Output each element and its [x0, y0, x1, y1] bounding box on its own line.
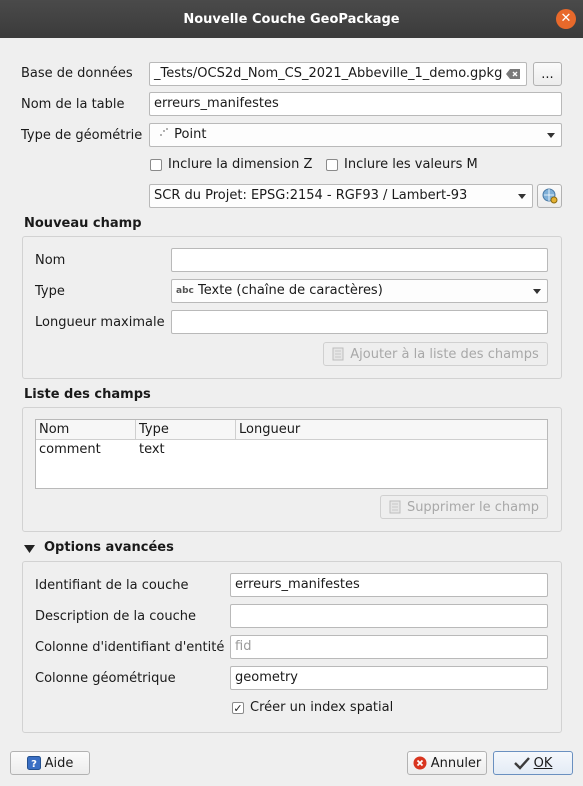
title-bar: Nouvelle Couche GeoPackage ✕ [0, 0, 583, 38]
new-field-title: Nouveau champ [24, 216, 142, 231]
geometry-column-value: geometry [235, 670, 299, 685]
cancel-icon [413, 756, 427, 770]
field-list-title: Liste des champs [24, 387, 151, 402]
globe-settings-icon [542, 188, 557, 204]
add-to-fields-button[interactable]: Ajouter à la liste des champs [323, 342, 548, 366]
include-m-label: Inclure les valeurs M [344, 157, 478, 172]
include-z-checkbox[interactable] [150, 159, 162, 171]
help-icon: ? [26, 756, 41, 770]
text-type-icon: abc [176, 286, 194, 296]
ok-label: OK [533, 755, 553, 771]
field-name-label: Nom [35, 253, 66, 268]
geometry-column-input[interactable]: geometry [230, 666, 548, 690]
row-type-cell: text [139, 442, 165, 457]
add-to-fields-label: Ajouter à la liste des champs [350, 346, 539, 362]
row-name-cell: comment [39, 442, 101, 457]
database-value: _Tests/OCS2d_Nom_CS_2021_Abbeville_1_dem… [154, 66, 503, 81]
column-header-length[interactable]: Longueur [236, 420, 547, 440]
window-title: Nouvelle Couche GeoPackage [183, 11, 400, 27]
ok-button[interactable]: OK [493, 751, 573, 775]
layer-id-label: Identifiant de la couche [35, 578, 189, 593]
database-input[interactable]: _Tests/OCS2d_Nom_CS_2021_Abbeville_1_dem… [149, 62, 527, 86]
max-length-label: Longueur maximale [35, 315, 165, 330]
close-button[interactable]: ✕ [556, 9, 576, 29]
ok-checkmark-icon [513, 757, 530, 770]
table-name-value: erreurs_manifestes [154, 96, 279, 111]
geometry-column-label: Colonne géométrique [35, 671, 176, 686]
include-z-label: Inclure la dimension Z [168, 157, 313, 172]
layer-description-label: Description de la couche [35, 609, 196, 624]
help-button[interactable]: ? Aide [10, 751, 90, 775]
browse-label: ... [541, 66, 554, 82]
table-name-input[interactable]: erreurs_manifestes [149, 92, 562, 116]
layer-id-input[interactable]: erreurs_manifestes [230, 573, 548, 597]
crs-selector-button[interactable] [537, 184, 562, 208]
fid-column-input[interactable]: fid [230, 635, 548, 659]
chevron-down-icon [547, 133, 555, 138]
remove-field-icon [389, 500, 401, 514]
field-type-value: Texte (chaîne de caractères) [198, 283, 383, 298]
remove-field-label: Supprimer le champ [406, 499, 540, 515]
fid-column-label: Colonne d'identifiant d'entité [35, 640, 225, 655]
max-length-input[interactable] [171, 310, 548, 334]
close-icon: ✕ [560, 11, 572, 26]
layer-id-value: erreurs_manifestes [235, 577, 360, 592]
chevron-down-icon [533, 289, 541, 294]
crs-select[interactable]: SCR du Projet: EPSG:2154 - RGF93 / Lambe… [149, 184, 533, 208]
spatial-index-label: Créer un index spatial [250, 700, 394, 715]
column-header-type[interactable]: Type [136, 420, 236, 440]
field-name-input[interactable] [171, 248, 548, 272]
advanced-options-title[interactable]: Options avancées [44, 540, 174, 555]
spatial-index-checkbox[interactable]: ✓ [232, 702, 244, 714]
remove-field-button[interactable]: Supprimer le champ [380, 495, 548, 519]
add-field-icon [332, 347, 344, 361]
field-type-select[interactable]: abc Texte (chaîne de caractères) [171, 279, 548, 303]
svg-text:?: ? [31, 759, 37, 770]
browse-button[interactable]: ... [533, 62, 562, 86]
geometry-type-select[interactable]: Point [149, 123, 562, 147]
point-geometry-icon [160, 128, 168, 136]
checkmark-icon: ✓ [233, 702, 243, 715]
table-name-label: Nom de la table [21, 97, 125, 112]
fields-table[interactable]: Nom Type Longueur comment text [35, 419, 548, 489]
include-m-checkbox[interactable] [326, 159, 338, 171]
cancel-button[interactable]: Annuler [407, 751, 487, 775]
clear-icon[interactable] [506, 69, 520, 79]
cancel-label: Annuler [430, 755, 482, 771]
crs-value: SCR du Projet: EPSG:2154 - RGF93 / Lambe… [154, 188, 468, 203]
chevron-down-icon [518, 194, 526, 199]
layer-description-input[interactable] [230, 604, 548, 628]
collapse-triangle-icon[interactable] [24, 545, 35, 554]
help-label: Aide [44, 755, 74, 771]
field-type-label: Type [35, 284, 65, 299]
geometry-type-value: Point [174, 127, 207, 142]
column-header-name[interactable]: Nom [36, 420, 136, 440]
fid-column-placeholder: fid [235, 639, 252, 654]
database-label: Base de données [21, 66, 133, 81]
geometry-type-label: Type de géométrie [21, 128, 143, 143]
